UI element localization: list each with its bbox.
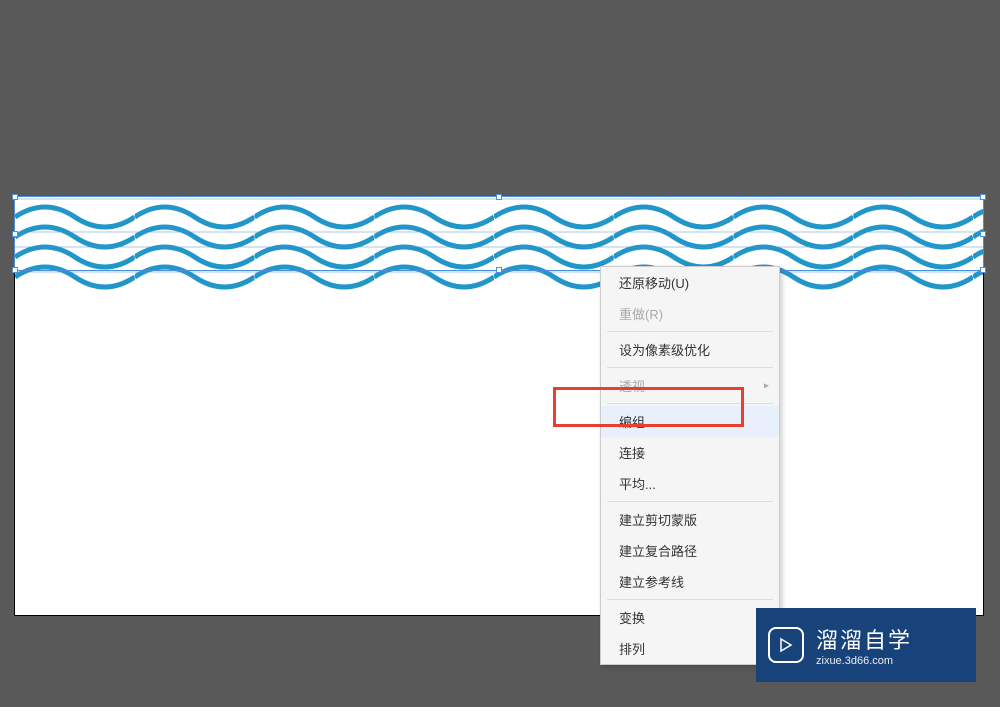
canvas[interactable] [14, 196, 984, 616]
menu-join[interactable]: 连接 [601, 437, 779, 468]
menu-separator [607, 403, 773, 404]
menu-group[interactable]: 编组 [601, 406, 779, 437]
play-icon [768, 627, 804, 663]
menu-transform[interactable]: 变换 ▸ [601, 602, 779, 633]
watermark-url: zixue.3d66.com [816, 655, 912, 667]
menu-undo-move[interactable]: 还原移动(U) [601, 267, 779, 298]
wave-artwork [15, 197, 983, 297]
menu-separator [607, 331, 773, 332]
menu-separator [607, 367, 773, 368]
menu-redo: 重做(R) [601, 298, 779, 329]
watermark-title: 溜溜自学 [816, 623, 912, 655]
context-menu: 还原移动(U) 重做(R) 设为像素级优化 透视 ▸ 编组 连接 平均... 建… [600, 266, 780, 665]
menu-perspective: 透视 ▸ [601, 370, 779, 401]
menu-compound-path[interactable]: 建立复合路径 [601, 535, 779, 566]
menu-pixel-perfect[interactable]: 设为像素级优化 [601, 334, 779, 365]
menu-guides[interactable]: 建立参考线 [601, 566, 779, 597]
chevron-right-icon: ▸ [764, 380, 769, 391]
menu-clipping-mask[interactable]: 建立剪切蒙版 [601, 504, 779, 535]
menu-separator [607, 599, 773, 600]
menu-separator [607, 501, 773, 502]
watermark: 溜溜自学 zixue.3d66.com [756, 608, 976, 682]
menu-average[interactable]: 平均... [601, 468, 779, 499]
menu-arrange[interactable]: 排列 ▸ [601, 633, 779, 664]
